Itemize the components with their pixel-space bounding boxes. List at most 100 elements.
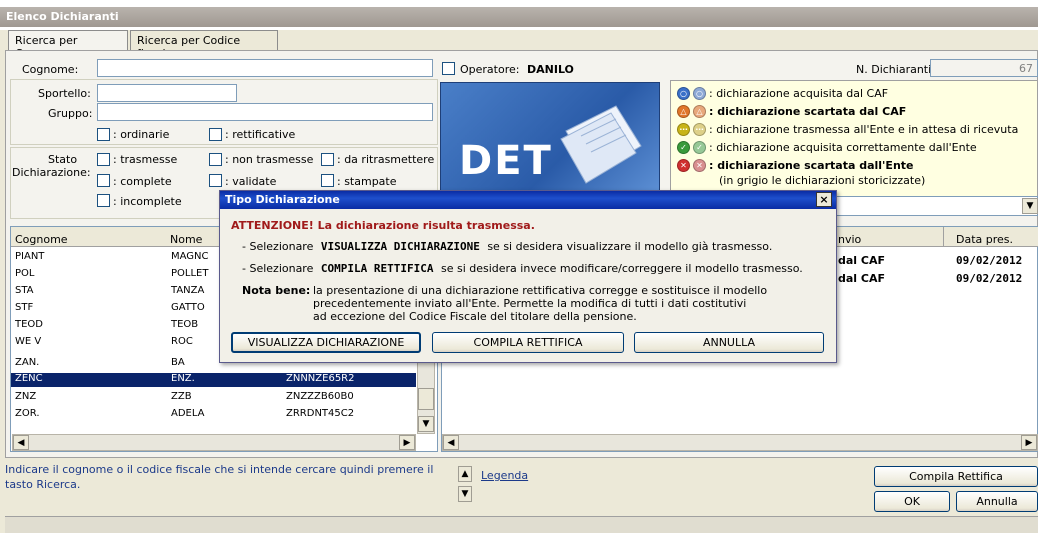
nota-bene-label: Nota bene: [242, 284, 311, 297]
rettificative-checkbox[interactable] [209, 128, 222, 141]
hint-scroll-down-icon[interactable]: ▼ [458, 486, 472, 502]
row-invio: dal CAF [838, 254, 885, 267]
tab-ricerca-cognome[interactable]: Ricerca per Cognome [8, 30, 128, 60]
scartata-ente-icon: ✕ [677, 158, 690, 172]
window-title: Elenco Dichiaranti [0, 7, 1038, 27]
legend-item-scartata-ente: ✕ ✕ : dichiarazione scartata dall'Ente [677, 156, 914, 174]
scroll-left-icon[interactable]: ◀ [443, 435, 459, 450]
rettificative-label: : rettificative [225, 128, 296, 141]
dialog-line-visualizza: - Selezionare VISUALIZZA DICHIARAZIONE s… [242, 240, 772, 253]
complete-label: : complete [113, 175, 172, 188]
row-nome: ROC [171, 336, 193, 347]
stampate-checkbox[interactable] [321, 174, 334, 187]
hint-scroll-up-icon[interactable]: ▲ [458, 466, 472, 482]
row-cognome: STF [15, 302, 34, 313]
scartata-caf-icon: △ [677, 104, 690, 118]
row-nome: ENZ. [171, 373, 195, 384]
da-ritrasmettere-label: : da ritrasmettere [337, 153, 435, 166]
nota-line-2: precedentemente inviato all'Ente. Permet… [313, 297, 747, 310]
row-data-pres: 09/02/2012 [956, 254, 1023, 267]
operatore-checkbox[interactable] [442, 62, 455, 75]
non-trasmesse-checkbox[interactable] [209, 153, 222, 166]
complete-checkbox[interactable] [97, 174, 110, 187]
validate-checkbox[interactable] [209, 174, 222, 187]
trasmesse-label: : trasmesse [113, 153, 178, 166]
stampate-label: : stampate [337, 175, 397, 188]
legenda-link[interactable]: Legenda [481, 469, 528, 482]
attesa-ricevuta-icon: ⋯ [677, 122, 690, 136]
gruppo-label: Gruppo: [48, 107, 93, 120]
legend-box: ○ ○ : dichiarazione acquisita dal CAF △ … [670, 80, 1038, 200]
line-suffix: se si desidera visualizzare il modello g… [487, 240, 773, 253]
legend-note: (in grigio le dichiarazioni storicizzate… [719, 174, 926, 187]
table-row[interactable]: ZNZ ZZB ZNZZZB60B0 [11, 391, 416, 405]
tipo-dichiarazione-dialog: Tipo Dichiarazione × ATTENZIONE! La dich… [219, 190, 837, 363]
left-vscroll-thumb[interactable] [418, 388, 434, 410]
close-icon[interactable]: × [816, 192, 832, 207]
acquisita-ente-icon: ✓ [677, 140, 690, 154]
legend-text: : dichiarazione scartata dal CAF [709, 104, 907, 118]
scroll-down-icon[interactable]: ▼ [418, 416, 434, 432]
row-nome: TEOB [171, 319, 199, 330]
n-dichiaranti-label: N. Dichiaranti: [856, 63, 935, 76]
stato-label-2: Dichiarazione: [12, 166, 91, 179]
row-nome: POLLET [171, 268, 209, 279]
column-header-invio[interactable]: nvio [838, 233, 861, 246]
compila-rettifica-dialog-button[interactable]: COMPILA RETTIFICA [432, 332, 624, 353]
scroll-left-icon[interactable]: ◀ [13, 435, 29, 450]
operatore-label: Operatore: [460, 63, 520, 76]
right-horizontal-scrollbar[interactable] [442, 434, 1038, 451]
tab-ricerca-codice-fiscale[interactable]: Ricerca per Codice fiscale [130, 30, 278, 60]
ordinarie-checkbox[interactable] [97, 128, 110, 141]
row-cognome: WE V [15, 336, 42, 347]
legend-item-attesa-ricevuta: ⋯ ⋯ : dichiarazione trasmessa all'Ente e… [677, 120, 1018, 138]
dialog-attention: ATTENZIONE! La dichiarazione risulta tra… [231, 219, 535, 232]
stato-label-1: Stato [48, 153, 78, 166]
incomplete-label: : incomplete [113, 195, 182, 208]
det-banner-image: DET [440, 82, 660, 192]
line-prefix: - Selezionare [242, 240, 314, 253]
table-row[interactable]: ZOR. ADELA ZRRDNT45C2 [11, 408, 416, 422]
legend-text: : dichiarazione acquisita dal CAF [709, 86, 889, 100]
attesa-ricevuta-storic-icon: ⋯ [693, 122, 706, 136]
row-cognome: ZAN. [15, 357, 40, 368]
column-header-nome[interactable]: Nome [170, 233, 202, 246]
table-row-selected[interactable]: ZENC ENZ. ZNNNZE65R2 [11, 373, 416, 387]
compila-rettifica-button[interactable]: Compila Rettifica [874, 466, 1038, 487]
n-dichiaranti-value: 67 [930, 59, 1038, 77]
row-invio: dal CAF [838, 272, 885, 285]
cognome-input[interactable] [97, 59, 433, 77]
row-nome: GATTO [171, 302, 205, 313]
dialog-line-compila: - Selezionare COMPILA RETTIFICA se si de… [242, 262, 803, 275]
legend-item-acquisita-caf: ○ ○ : dichiarazione acquisita dal CAF [677, 84, 888, 102]
row-nome: ZZB [171, 391, 192, 402]
row-cognome: ZOR. [15, 408, 40, 419]
scartata-ente-storic-icon: ✕ [693, 158, 706, 172]
chevron-down-icon[interactable]: ▼ [1022, 198, 1038, 214]
row-nome: BA [171, 357, 185, 368]
ordinarie-label: : ordinarie [113, 128, 170, 141]
scroll-right-icon[interactable]: ▶ [1021, 435, 1037, 450]
scroll-right-icon[interactable]: ▶ [399, 435, 415, 450]
row-nome: MAGNC [171, 251, 209, 262]
filter-dropdown[interactable] [820, 196, 1038, 216]
column-header-data-pres[interactable]: Data pres. [956, 233, 1013, 246]
document-stack-icon [560, 105, 642, 184]
visualizza-dichiarazione-button[interactable]: VISUALIZZA DICHIARAZIONE [231, 332, 421, 353]
gruppo-input[interactable] [97, 103, 433, 121]
operatore-value: DANILO [527, 63, 574, 76]
annulla-dialog-button[interactable]: ANNULLA [634, 332, 824, 353]
row-cognome: ZENC [15, 373, 43, 384]
incomplete-checkbox[interactable] [97, 194, 110, 207]
da-ritrasmettere-checkbox[interactable] [321, 153, 334, 166]
trasmesse-checkbox[interactable] [97, 153, 110, 166]
sportello-input[interactable] [97, 84, 237, 102]
status-bar [5, 516, 1038, 533]
row-codice-fiscale: ZNNNZE65R2 [286, 373, 355, 384]
left-horizontal-scrollbar[interactable] [12, 434, 416, 451]
column-divider [943, 227, 944, 247]
ok-button[interactable]: OK [874, 491, 950, 512]
row-cognome: TEOD [15, 319, 43, 330]
annulla-button[interactable]: Annulla [956, 491, 1038, 512]
column-header-cognome[interactable]: Cognome [15, 233, 68, 246]
